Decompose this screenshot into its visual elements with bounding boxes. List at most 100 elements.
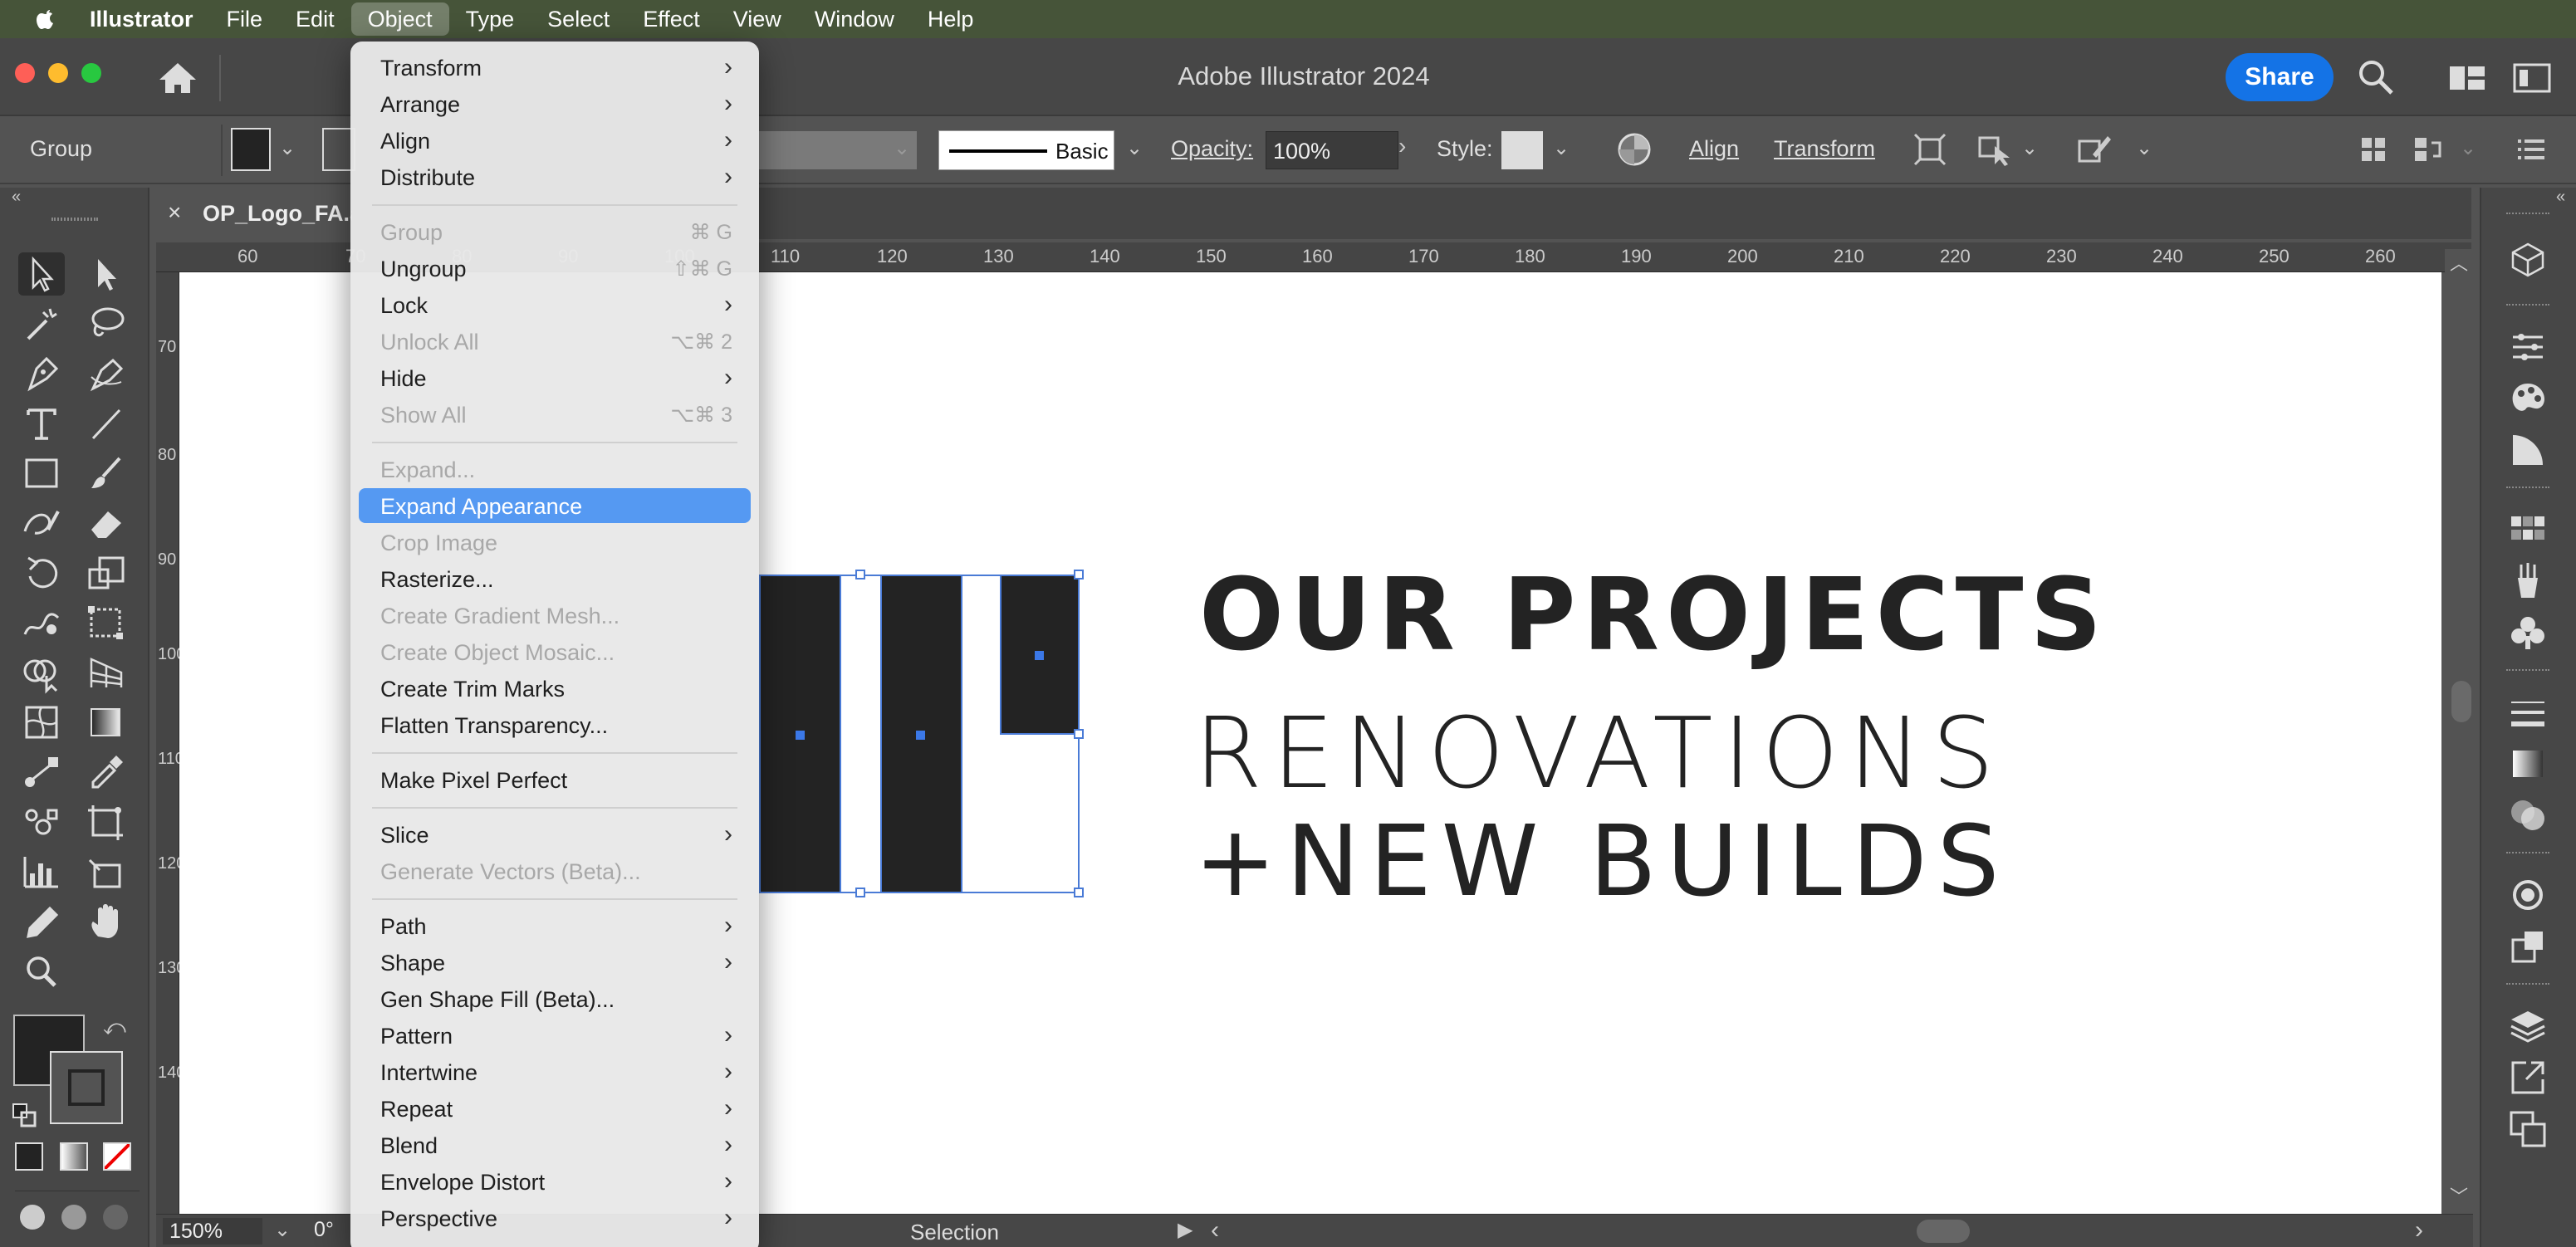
menu-item-create-gradient-mesh[interactable]: Create Gradient Mesh... (359, 598, 751, 633)
menu-item-crop-image[interactable]: Crop Image (359, 525, 751, 560)
stroke-color-swatch[interactable] (50, 1051, 123, 1124)
selection-handle[interactable] (1074, 570, 1084, 579)
menu-item-align[interactable]: Align › (359, 123, 751, 158)
menu-type[interactable]: Type (449, 0, 531, 38)
selection-handle[interactable] (855, 888, 865, 897)
pen-tool-icon[interactable] (18, 352, 65, 395)
logo-subtitle-line1[interactable]: RENOVATIONS (1194, 696, 2004, 810)
swap-colors-icon[interactable]: ⤺ (103, 1015, 128, 1039)
panel-grip[interactable] (2506, 213, 2549, 216)
panel-grip[interactable] (2506, 304, 2549, 307)
menu-item-ungroup[interactable]: Ungroup ⇧⌘ G (359, 251, 751, 286)
menu-item-unlock-all[interactable]: Unlock All ⌥⌘ 2 (359, 324, 751, 359)
asset-export-icon[interactable] (2506, 1056, 2549, 1099)
document-tab[interactable]: × OP_Logo_FA.ai (154, 188, 354, 239)
artboard-tool-icon[interactable] (83, 800, 130, 844)
shape-builder-tool-icon[interactable] (18, 651, 65, 694)
chevron-down-icon[interactable]: ⌄ (2460, 136, 2476, 160)
draw-behind-icon[interactable] (61, 1205, 86, 1230)
menu-edit[interactable]: Edit (279, 0, 351, 38)
fill-swatch[interactable] (231, 128, 271, 171)
menu-select[interactable]: Select (531, 0, 626, 38)
stroke-profile-dropdown[interactable]: Basic (938, 130, 1114, 170)
menu-item-create-object-mosaic[interactable]: Create Object Mosaic... (359, 634, 751, 669)
menu-view[interactable]: View (717, 0, 798, 38)
eyedropper-tool-icon[interactable] (83, 751, 130, 794)
panel-grip[interactable] (51, 218, 98, 221)
hand-tool-icon[interactable] (83, 900, 130, 943)
scale-tool-icon[interactable] (83, 551, 130, 594)
scroll-down-icon[interactable]: ﹀ (2450, 1182, 2468, 1209)
none-mode-button[interactable] (103, 1142, 131, 1171)
magic-wand-tool-icon[interactable] (18, 302, 65, 345)
rotate-tool-icon[interactable] (18, 551, 65, 594)
panel-grip[interactable] (2506, 487, 2549, 490)
transform-link[interactable]: Transform (1774, 136, 1875, 162)
collapse-panel-icon[interactable]: « (12, 188, 21, 207)
line-segment-tool-icon[interactable] (83, 402, 130, 445)
menu-item-distribute[interactable]: Distribute › (359, 159, 751, 194)
panel-grip[interactable] (2506, 983, 2549, 986)
symbols-icon[interactable] (2506, 611, 2549, 654)
home-icon[interactable] (154, 58, 201, 98)
search-icon[interactable] (2355, 56, 2397, 98)
menu-item-pattern[interactable]: Pattern › (359, 1018, 751, 1053)
appearance-icon[interactable] (2506, 873, 2549, 917)
export-assets-icon[interactable] (2506, 925, 2549, 968)
selection-tool-icon[interactable] (18, 252, 65, 296)
menu-file[interactable]: File (210, 0, 280, 38)
draw-inside-icon[interactable] (103, 1205, 128, 1230)
scroll-right-icon[interactable]: › (2415, 1216, 2423, 1245)
color-guide-icon[interactable] (2506, 428, 2549, 472)
symbol-sprayer-tool-icon[interactable] (18, 800, 65, 844)
close-window-button[interactable] (15, 63, 35, 83)
opacity-label[interactable]: Opacity: (1171, 136, 1253, 162)
artboards-icon[interactable] (2506, 1108, 2549, 1151)
free-transform-tool-icon[interactable] (83, 601, 130, 644)
menu-item-repeat[interactable]: Repeat › (359, 1091, 751, 1126)
menu-item-generate-vectors[interactable]: Generate Vectors (Beta)... (359, 853, 751, 888)
recolor-artwork-icon[interactable] (1616, 131, 1653, 168)
menu-item-hide[interactable]: Hide › (359, 360, 751, 395)
menu-item-shape[interactable]: Shape › (359, 945, 751, 980)
menu-item-envelope-distort[interactable]: Envelope Distort › (359, 1164, 751, 1199)
menu-item-group[interactable]: Group ⌘ G (359, 214, 751, 249)
menu-window[interactable]: Window (798, 0, 911, 38)
logo-title[interactable]: OUR PROJECTS (1199, 558, 2108, 673)
menu-item-transform[interactable]: Transform › (359, 50, 751, 85)
scroll-left-icon[interactable]: ‹ (1211, 1216, 1219, 1245)
align-options-icon[interactable] (2412, 133, 2445, 166)
arrange-documents-icon[interactable] (2357, 133, 2390, 166)
selection-handle[interactable] (855, 570, 865, 579)
menu-item-gen-shape-fill[interactable]: Gen Shape Fill (Beta)... (359, 981, 751, 1016)
rectangle-tool-icon[interactable] (18, 452, 65, 495)
expand-panels-icon[interactable]: « (2556, 188, 2565, 207)
menu-effect[interactable]: Effect (626, 0, 717, 38)
menu-item-slice[interactable]: Slice › (359, 817, 751, 852)
play-icon[interactable]: ▶ (1178, 1218, 1193, 1242)
gradient-tool-icon[interactable] (83, 701, 130, 744)
transparency-icon[interactable] (2506, 794, 2549, 837)
perspective-grid-tool-icon[interactable] (83, 651, 130, 694)
selection-handle[interactable] (1074, 729, 1084, 739)
minimize-window-button[interactable] (48, 63, 68, 83)
paintbrush-tool-icon[interactable] (83, 452, 130, 495)
menu-item-make-pixel-perfect[interactable]: Make Pixel Perfect (359, 762, 751, 797)
panel-toggle-icon[interactable] (2511, 60, 2553, 96)
vertical-scroll-thumb[interactable] (2451, 681, 2471, 722)
properties-icon[interactable] (2506, 325, 2549, 369)
logo-subtitle-line2[interactable]: +NEW BUILDS (1194, 804, 2010, 918)
style-swatch[interactable] (1501, 131, 1543, 169)
select-similar-icon[interactable] (1976, 131, 2013, 168)
mesh-tool-icon[interactable] (18, 701, 65, 744)
menu-item-perspective[interactable]: Perspective › (359, 1201, 751, 1235)
stroke-panel-icon[interactable] (2506, 691, 2549, 734)
current-tool-status[interactable]: Selection (910, 1220, 999, 1245)
warp-tool-icon[interactable] (18, 601, 65, 644)
menu-help[interactable]: Help (911, 0, 991, 38)
brushes-icon[interactable] (2506, 560, 2549, 603)
menu-item-create-trim-marks[interactable]: Create Trim Marks (359, 671, 751, 706)
workspace-layout-icon[interactable] (2446, 60, 2488, 96)
eraser-tool-icon[interactable] (83, 501, 130, 545)
chevron-down-icon[interactable]: ⌄ (894, 136, 910, 160)
